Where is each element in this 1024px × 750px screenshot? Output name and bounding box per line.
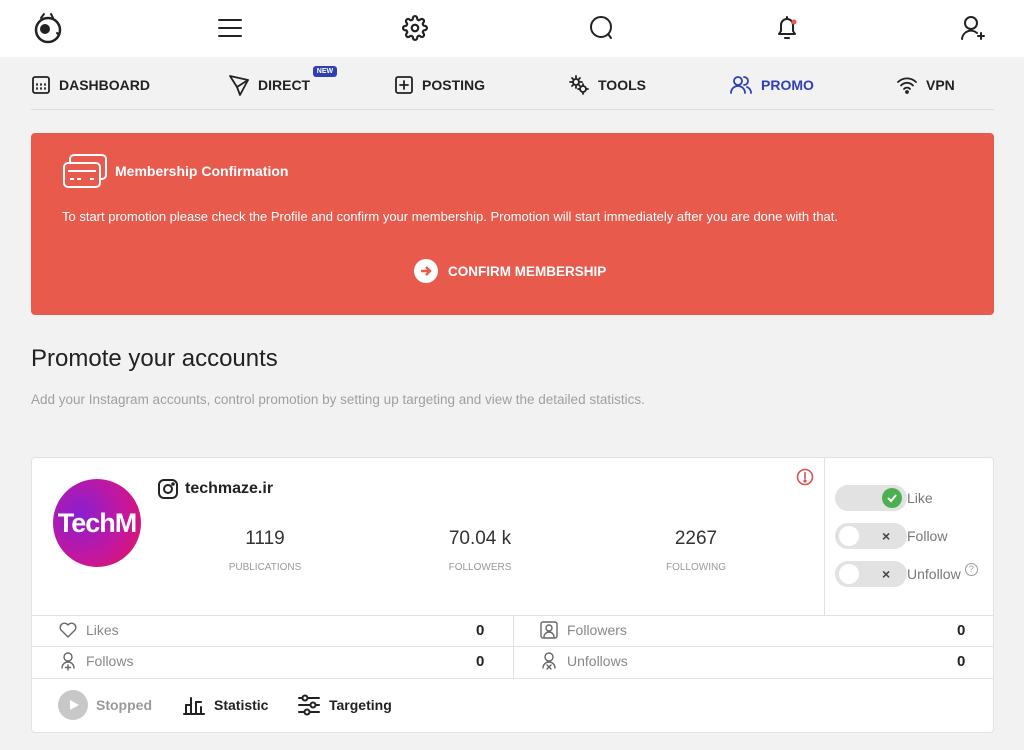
targeting-label: Targeting [329, 697, 392, 713]
menu-icon[interactable] [212, 10, 248, 46]
metric-unfollows: Unfollows [539, 650, 628, 672]
metric-value: 0 [957, 622, 966, 639]
settings-icon[interactable] [397, 10, 433, 46]
account-username[interactable]: techmaze.ir [157, 478, 273, 500]
help-icon[interactable]: ? [964, 562, 978, 576]
statistic-label: Statistic [214, 697, 269, 713]
status-label: Stopped [96, 697, 152, 713]
toggle-knob [839, 526, 859, 546]
stat-value: 1119 [245, 528, 285, 549]
metric-value: 0 [476, 653, 485, 670]
avatar[interactable]: TechM [53, 479, 141, 567]
metric-label: Followers [567, 622, 627, 638]
membership-alert: Membership Confirmation To start promoti… [31, 133, 994, 315]
toggle-switch[interactable]: × [835, 523, 907, 549]
alert-title: Membership Confirmation [115, 163, 289, 179]
nav-label: POSTING [422, 77, 486, 93]
metric-value: 0 [957, 653, 966, 670]
metric-follows: Follows [58, 650, 133, 672]
metric-likes: Likes [58, 619, 119, 641]
toggle-knob [839, 564, 859, 584]
nav-label: PROMO [761, 77, 814, 93]
follow-toggle[interactable]: × Follow [835, 522, 947, 550]
bell-icon[interactable] [769, 10, 805, 46]
user-plus-icon [61, 652, 75, 671]
users-icon [730, 76, 752, 94]
stat-label: FOLLOWERS [448, 562, 512, 573]
nav-label: VPN [926, 77, 955, 93]
nav-promo[interactable]: PROMO [729, 74, 814, 96]
stat-value: 2267 [674, 528, 718, 549]
metric-label: Likes [86, 622, 119, 638]
nav-posting[interactable]: POSTING [394, 74, 485, 96]
account-card: TechM techmaze.ir 1119 PUBLICATIONS 70.0… [31, 457, 994, 733]
nav-direct[interactable]: DIRECT NEW [228, 66, 338, 96]
check-icon [882, 488, 902, 508]
divider [513, 615, 514, 678]
logo-icon[interactable] [30, 10, 66, 46]
page-title: Promote your accounts [31, 345, 278, 372]
dashboard-icon [32, 76, 50, 94]
stat-followers: 70.04 k FOLLOWERS [410, 528, 550, 573]
confirm-membership-button[interactable]: CONFIRM MEMBERSHIP [414, 259, 606, 283]
nav-tools[interactable]: TOOLS [568, 74, 646, 96]
divider [824, 458, 825, 615]
arrow-right-icon [414, 259, 438, 283]
tools-icon [569, 75, 589, 95]
metric-label: Follows [86, 653, 134, 669]
heart-icon [59, 622, 77, 638]
wifi-icon [897, 77, 917, 94]
new-badge: NEW [312, 66, 338, 77]
send-icon [229, 75, 249, 96]
stat-label: PUBLICATIONS [228, 562, 302, 573]
instagram-icon [158, 479, 178, 499]
nav-label: TOOLS [598, 77, 646, 93]
toggle-label: Unfollow [907, 566, 961, 582]
top-bar [0, 0, 1024, 57]
like-toggle[interactable]: Like [835, 484, 933, 512]
stat-value: 70.04 k [448, 528, 512, 549]
nav-dashboard[interactable]: DASHBOARD [31, 74, 150, 96]
toggle-switch[interactable]: × [835, 561, 907, 587]
toggle-label: Like [907, 490, 933, 506]
close-icon: × [882, 528, 891, 544]
nav-label: DIRECT [258, 77, 311, 93]
unfollow-toggle[interactable]: × Unfollow ? [835, 560, 978, 588]
alert-text: To start promotion please check the Prof… [62, 209, 839, 224]
warning-icon[interactable] [796, 468, 814, 491]
stat-following: 2267 FOLLOWING [626, 528, 766, 573]
close-icon: × [882, 566, 891, 582]
stat-publications: 1119 PUBLICATIONS [195, 528, 335, 573]
card-icon [62, 153, 108, 194]
user-remove-icon [542, 652, 556, 670]
chat-icon[interactable] [583, 10, 619, 46]
start-stop-button[interactable]: Stopped [58, 690, 152, 720]
main-nav: DASHBOARD DIRECT NEW POSTING TOOLS PROMO… [31, 58, 994, 110]
metric-label: Unfollows [567, 653, 628, 669]
metric-value: 0 [476, 622, 485, 639]
page-subtitle: Add your Instagram accounts, control pro… [31, 392, 645, 407]
statistic-button[interactable]: Statistic [182, 690, 268, 720]
bar-chart-icon [183, 697, 205, 715]
plus-square-icon [395, 76, 413, 94]
play-icon [58, 690, 88, 720]
confirm-label: CONFIRM MEMBERSHIP [448, 263, 607, 279]
nav-label: DASHBOARD [59, 77, 150, 93]
nav-vpn[interactable]: VPN [896, 74, 955, 96]
add-user-icon[interactable] [955, 10, 991, 46]
sliders-icon [298, 694, 320, 716]
metric-followers: Followers [539, 619, 627, 641]
stat-label: FOLLOWING [665, 562, 726, 573]
toggle-switch[interactable] [835, 485, 907, 511]
follower-card-icon [540, 621, 558, 639]
targeting-button[interactable]: Targeting [297, 690, 392, 720]
toggle-label: Follow [907, 528, 948, 544]
username-text: techmaze.ir [185, 480, 274, 497]
divider [32, 678, 993, 679]
